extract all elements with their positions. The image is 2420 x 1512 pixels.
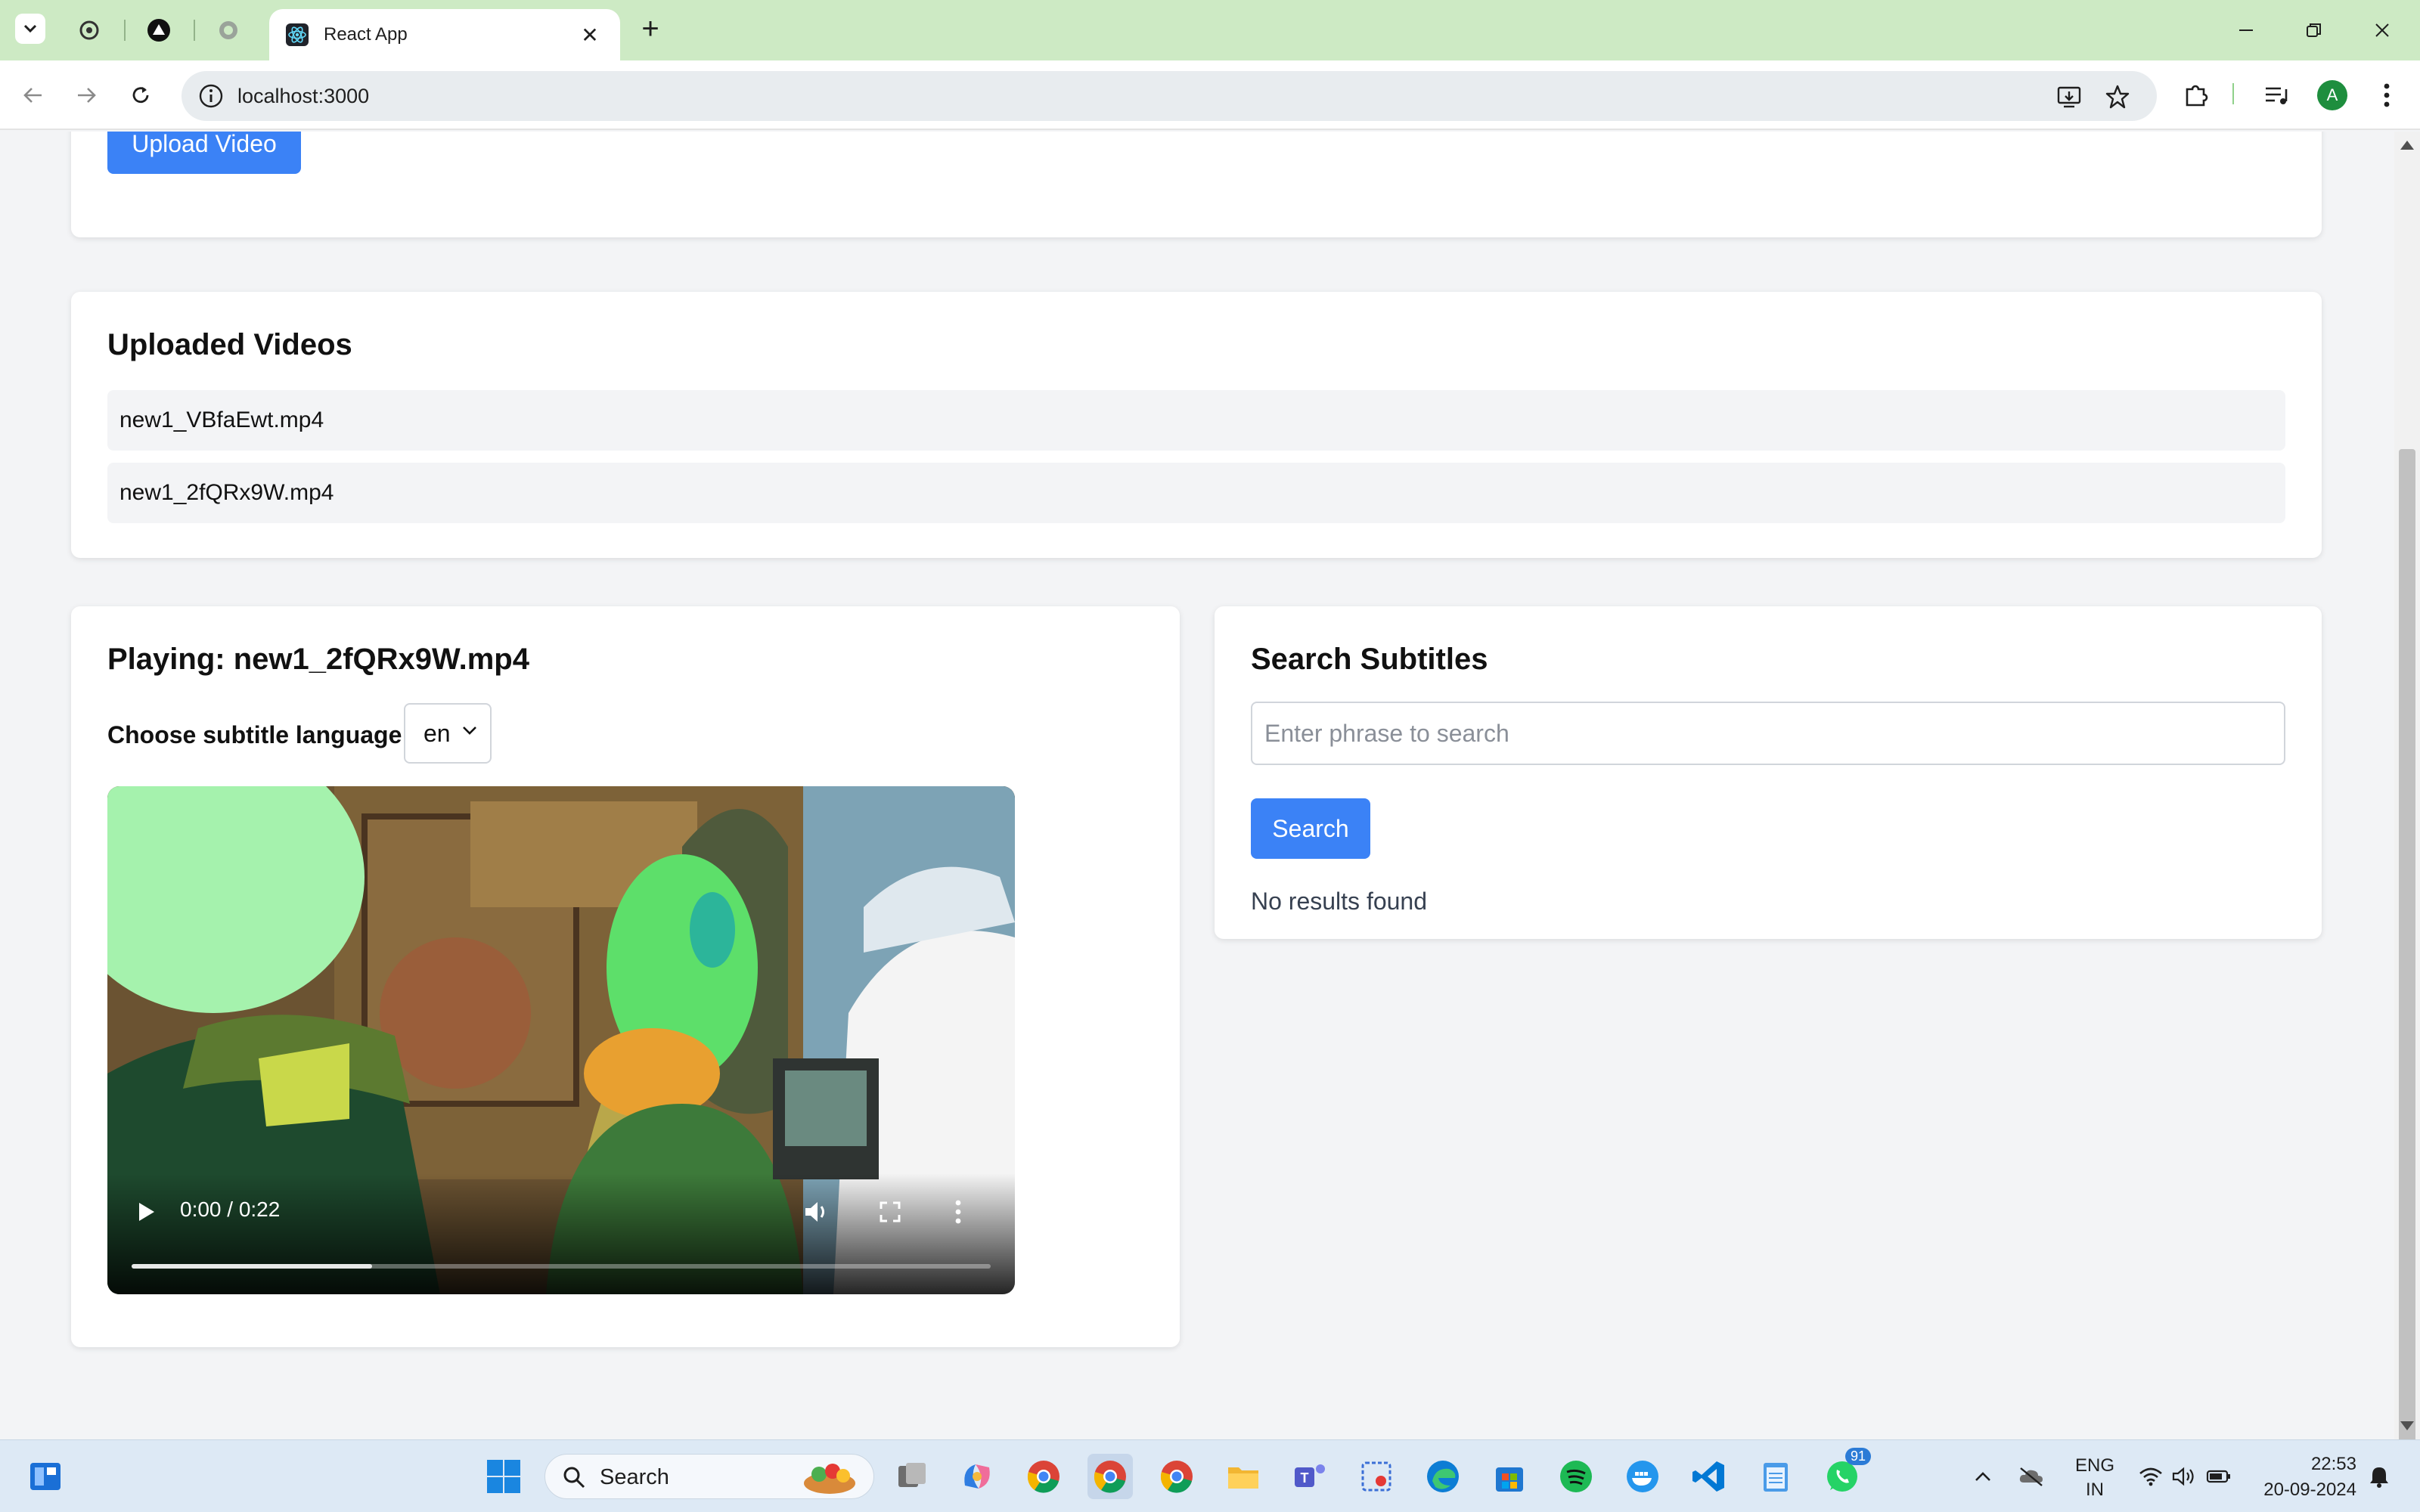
svg-text:T: T (1301, 1470, 1309, 1486)
toolbar-separator (2232, 83, 2234, 104)
keyboard-language-line2[interactable]: IN (2069, 1479, 2121, 1501)
copilot-icon[interactable] (954, 1454, 1000, 1499)
install-app-icon[interactable] (2054, 82, 2084, 112)
site-info-icon[interactable] (198, 83, 224, 109)
search-highlight-icon (804, 1464, 855, 1494)
scroll-down-arrow-icon[interactable] (2400, 1421, 2414, 1430)
url-text: localhost:3000 (237, 85, 370, 107)
chrome-menu-icon[interactable] (2370, 79, 2403, 112)
chrome-profile-2-icon[interactable] (1154, 1454, 1199, 1499)
notification-bell-icon[interactable] (2363, 1454, 2396, 1499)
reload-icon[interactable] (123, 77, 159, 113)
more-options-icon[interactable] (954, 1199, 962, 1225)
keyboard-language-line1[interactable]: ENG (2069, 1455, 2121, 1476)
tab-title: React App (324, 24, 408, 45)
taskbar-clock-time[interactable]: 22:53 (2243, 1454, 2356, 1475)
chrome-profile-icon[interactable] (1021, 1454, 1066, 1499)
video-time: 0:00 / 0:22 (180, 1198, 281, 1221)
video-player[interactable]: 0:00 / 0:22 (107, 786, 1015, 1294)
profile-avatar[interactable]: A (2317, 80, 2347, 110)
volume-icon[interactable] (803, 1199, 830, 1225)
new-tab-plus-icon[interactable]: + (635, 14, 666, 45)
subtitle-language-select[interactable]: en (404, 703, 492, 764)
microsoft-store-icon[interactable] (1487, 1454, 1532, 1499)
play-icon[interactable] (136, 1201, 157, 1223)
teams-icon[interactable]: T (1287, 1454, 1333, 1499)
close-tab-icon[interactable]: ✕ (576, 23, 603, 48)
taskbar-clock-date[interactable]: 20-09-2024 (2243, 1479, 2356, 1501)
taskbar-search-box[interactable]: Search (544, 1454, 874, 1499)
vercel-icon (147, 19, 170, 42)
edge-icon[interactable] (1420, 1454, 1466, 1499)
tab-separator (124, 20, 126, 41)
chevron-down-icon (23, 24, 37, 33)
close-window-icon[interactable] (2360, 14, 2405, 47)
tab-search-dropdown[interactable] (15, 14, 45, 44)
notepad-icon[interactable] (1753, 1454, 1798, 1499)
onedrive-offline-icon[interactable] (2015, 1454, 2048, 1499)
pinned-tab-chatgpt[interactable] (73, 14, 106, 47)
start-windows-icon[interactable] (481, 1454, 526, 1499)
bookmark-star-icon[interactable] (2102, 82, 2133, 112)
docker-icon[interactable] (1620, 1454, 1665, 1499)
battery-icon[interactable] (2202, 1454, 2235, 1499)
upload-video-button[interactable]: Upload Video (107, 132, 301, 174)
volume-speaker-icon[interactable] (2167, 1454, 2201, 1499)
fullscreen-icon[interactable] (879, 1201, 901, 1223)
active-tab[interactable]: React App ✕ (269, 9, 620, 60)
whatsapp-notification-badge: 91 (1845, 1448, 1872, 1465)
pinned-tab-site[interactable] (212, 14, 245, 47)
search-subtitles-heading: Search Subtitles (1251, 643, 1488, 676)
react-icon (286, 23, 309, 46)
video-controls-overlay (107, 1173, 1015, 1294)
search-button[interactable]: Search (1251, 798, 1370, 859)
taskbar-search-label: Search (600, 1465, 669, 1489)
chatgpt-icon (79, 20, 99, 40)
back-arrow-icon[interactable] (15, 77, 51, 113)
tab-separator (194, 20, 195, 41)
video-progress-bar[interactable] (132, 1264, 991, 1269)
upload-card: Upload Video (71, 132, 2322, 237)
task-view-icon[interactable] (889, 1454, 935, 1499)
browser-toolbar: localhost:3000 (0, 60, 2420, 130)
search-subtitles-card: Search Subtitles Search No results found (1215, 606, 2322, 939)
pinned-tab-vercel[interactable] (142, 14, 175, 47)
uploaded-videos-card: Uploaded Videos new1_VBfaEwt.mp4 new1_2f… (71, 292, 2322, 558)
video-list-item[interactable]: new1_VBfaEwt.mp4 (107, 390, 2285, 451)
subtitle-language-value: en (424, 719, 451, 747)
subtitle-language-label: Choose subtitle language: (107, 721, 411, 748)
minimize-window-icon[interactable] (2223, 14, 2269, 47)
subtitle-search-input[interactable] (1251, 702, 2285, 765)
restore-window-icon[interactable] (2291, 14, 2337, 47)
video-buffered-fill (132, 1264, 373, 1269)
extensions-puzzle-icon[interactable] (2180, 79, 2213, 112)
widgets-icon[interactable] (23, 1454, 68, 1499)
snipping-tool-icon[interactable] (1354, 1454, 1399, 1499)
uploaded-videos-heading: Uploaded Videos (107, 328, 352, 361)
chrome-active-icon[interactable] (1087, 1454, 1133, 1499)
page-viewport: Upload Video Uploaded Videos new1_VBfaEw… (0, 132, 2394, 1439)
file-explorer-icon[interactable] (1221, 1454, 1266, 1499)
show-hidden-icons-chevron-icon[interactable] (1966, 1454, 2000, 1499)
video-list-item[interactable]: new1_2fQRx9W.mp4 (107, 463, 2285, 523)
forward-arrow-icon[interactable] (68, 77, 104, 113)
address-bar[interactable]: localhost:3000 (182, 71, 2157, 121)
search-icon (563, 1467, 585, 1489)
wifi-icon[interactable] (2134, 1454, 2167, 1499)
media-controls-icon[interactable] (2260, 79, 2293, 112)
search-result-status: No results found (1251, 888, 1428, 915)
chevron-down-icon (463, 727, 476, 735)
vscode-icon[interactable] (1686, 1454, 1732, 1499)
windows-taskbar: Search T 91 ENG IN 22:53 20-09-2024 (0, 1439, 2420, 1512)
scrollbar-thumb[interactable] (2399, 449, 2415, 1512)
browser-tab-bar: React App ✕ + (0, 0, 2420, 60)
player-card: Playing: new1_2fQRx9W.mp4 Choose subtitl… (71, 606, 1180, 1347)
globe-icon (219, 21, 237, 39)
playing-heading: Playing: new1_2fQRx9W.mp4 (107, 643, 529, 676)
page-scrollbar[interactable] (2394, 132, 2420, 1512)
scroll-up-arrow-icon[interactable] (2400, 141, 2414, 150)
spotify-icon[interactable] (1553, 1454, 1599, 1499)
